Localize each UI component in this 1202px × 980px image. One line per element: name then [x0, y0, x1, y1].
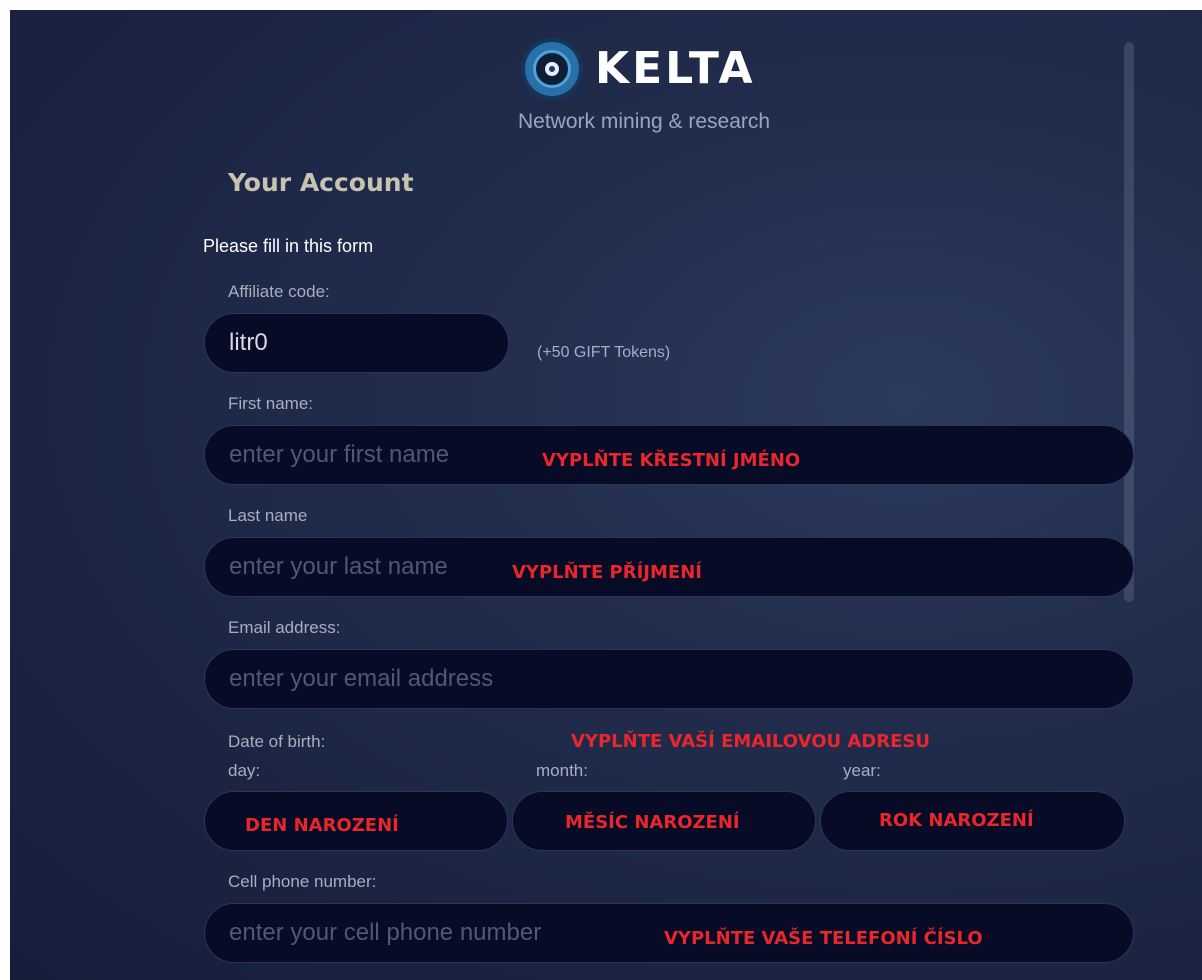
last-name-annotation: VYPLŇTE PŘÍJMENÍ [512, 562, 702, 583]
last-name-label: Last name [228, 506, 308, 525]
dob-day-label: day: [228, 761, 261, 780]
affiliate-bonus-note: (+50 GIFT Tokens) [537, 344, 671, 361]
dob-month-annotation: MĚSÍC NAROZENÍ [565, 812, 740, 833]
dob-month-label: month: [536, 761, 588, 780]
phone-annotation: VYPLŇTE VAŠE TELEFONÍ ČÍSLO [664, 928, 983, 949]
phone-label: Cell phone number: [228, 872, 377, 891]
dob-day-annotation: DEN NAROZENÍ [245, 815, 399, 836]
kelta-logo-icon [521, 38, 583, 100]
affiliate-code-input[interactable]: litr0 [204, 313, 509, 373]
email-input[interactable]: enter your email address [204, 649, 1134, 709]
affiliate-code-label: Affiliate code: [228, 282, 330, 301]
registration-page: KELTA Network mining & research Your Acc… [10, 10, 1202, 980]
first-name-annotation: VYPLŇTE KŘESTNÍ JMÉNO [542, 450, 801, 471]
brand-name: KELTA [595, 43, 756, 94]
scrollbar[interactable] [1124, 42, 1134, 602]
email-annotation: VYPLŇTE VAŠÍ EMAILOVOU ADRESU [571, 731, 930, 752]
email-label: Email address: [228, 618, 341, 637]
brand-tagline: Network mining & research [518, 110, 771, 133]
dob-year-label: year: [843, 761, 881, 780]
form-subtitle: Please fill in this form [203, 236, 374, 256]
first-name-label: First name: [228, 394, 314, 413]
dob-label: Date of birth: [228, 732, 326, 751]
dob-year-annotation: ROK NAROZENÍ [879, 810, 1034, 831]
form-title: Your Account [228, 168, 414, 197]
